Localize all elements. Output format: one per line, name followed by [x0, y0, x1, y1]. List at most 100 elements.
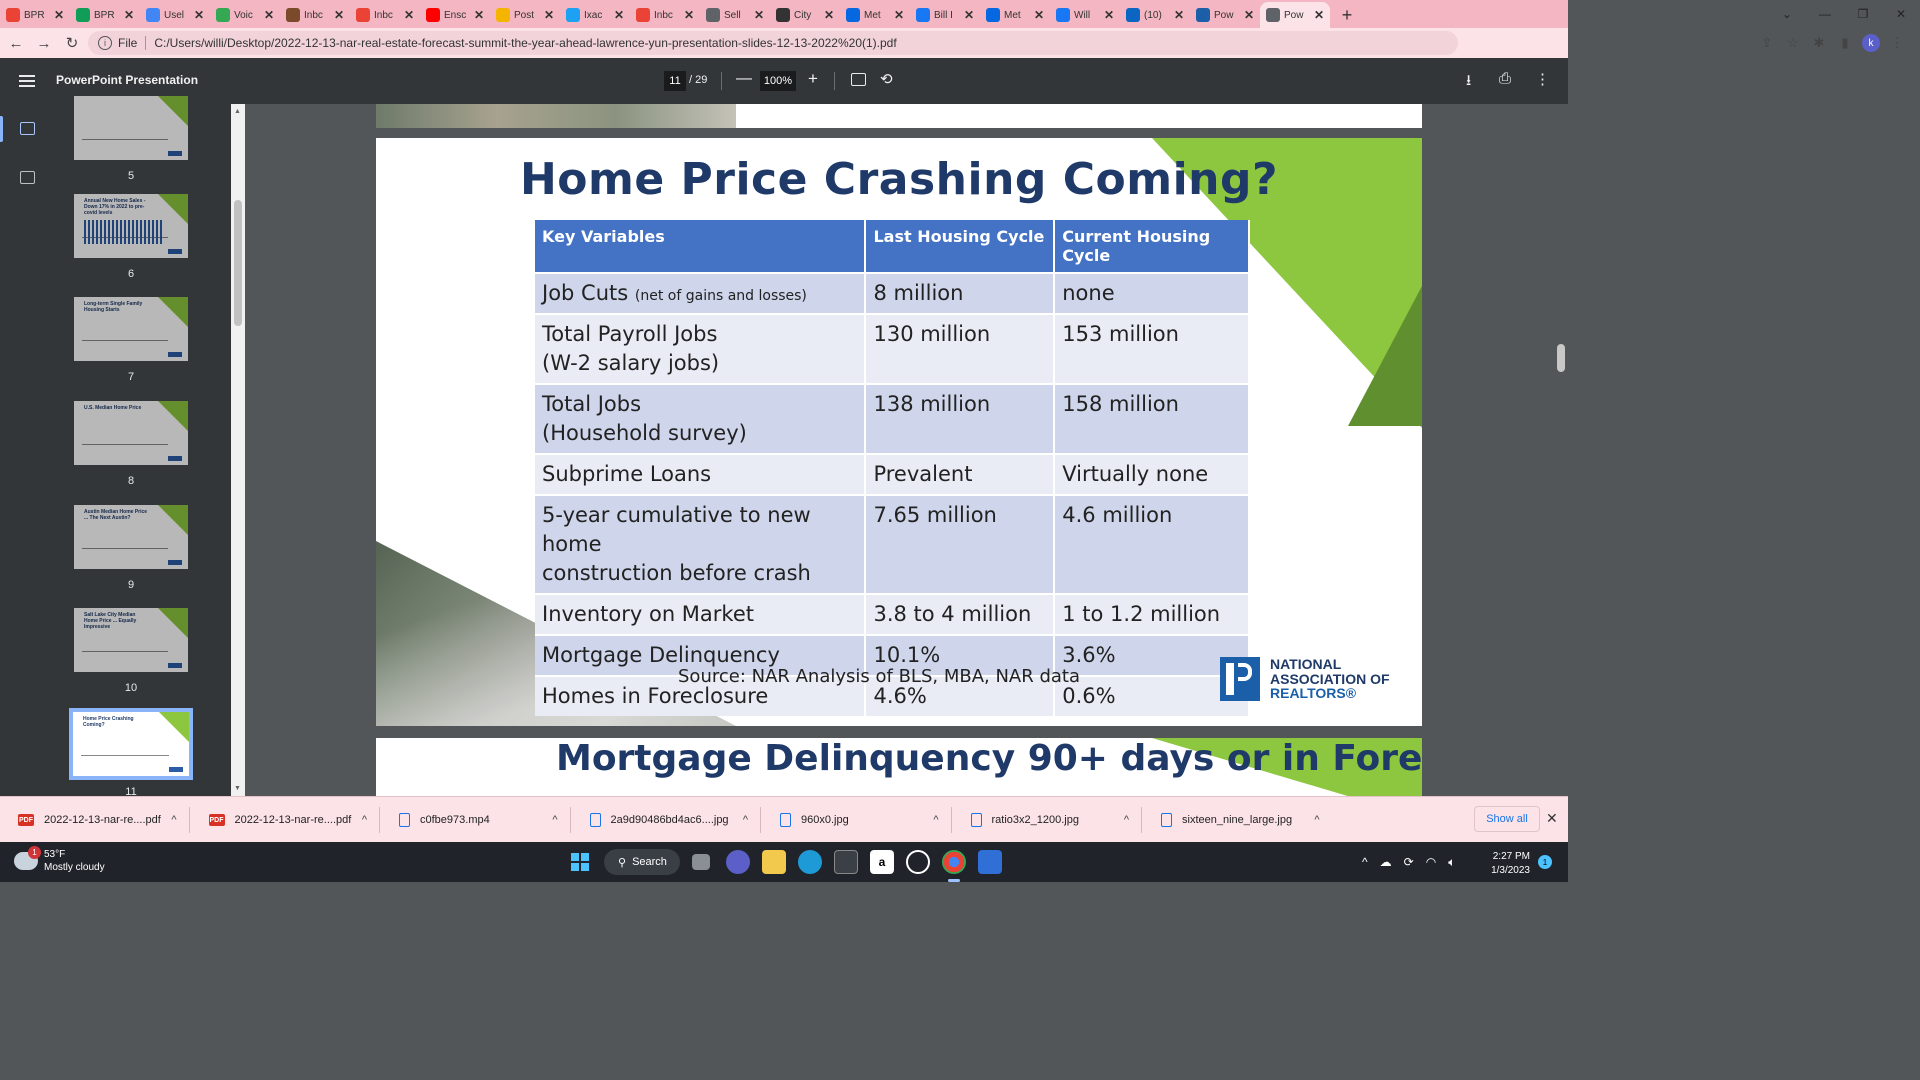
teams-chat-icon[interactable]: [726, 850, 750, 874]
page-thumbnail[interactable]: Austin Median Home Price ... The Next Au…: [74, 505, 188, 569]
scroll-down-arrow-icon[interactable]: ▼: [234, 785, 241, 792]
tray-chevron-icon[interactable]: ^: [1362, 855, 1368, 869]
tab-close-icon[interactable]: ✕: [684, 8, 694, 22]
show-all-downloads-button[interactable]: Show all: [1474, 806, 1540, 832]
browser-tab[interactable]: Post ✕: [490, 2, 560, 28]
volume-icon[interactable]: 🔈︎: [1448, 855, 1455, 870]
browser-tab[interactable]: Will ✕: [1050, 2, 1120, 28]
share-icon[interactable]: ⇪: [1754, 30, 1780, 56]
scroll-up-arrow-icon[interactable]: ▲: [234, 108, 241, 115]
extensions-icon[interactable]: ✱: [1806, 30, 1832, 56]
browser-tab[interactable]: BPR ✕: [0, 2, 70, 28]
zoom-in-icon[interactable]: +: [808, 69, 818, 89]
minimize-icon[interactable]: —: [1806, 0, 1844, 28]
document-scroll-thumb[interactable]: [1557, 344, 1565, 372]
tab-close-icon[interactable]: ✕: [614, 8, 624, 22]
browser-tab[interactable]: Met ✕: [840, 2, 910, 28]
browser-tab[interactable]: Met ✕: [980, 2, 1050, 28]
download-options-chevron-icon[interactable]: ^: [162, 814, 186, 826]
store-icon[interactable]: [834, 850, 858, 874]
page-thumbnail[interactable]: Salt Lake City Median Home Price ... Equ…: [74, 608, 188, 672]
download-item[interactable]: sixteen_nine_large.jpg ^: [1145, 797, 1329, 843]
file-explorer-icon[interactable]: [762, 850, 786, 874]
app-blue-icon[interactable]: [978, 850, 1002, 874]
tab-close-icon[interactable]: ✕: [544, 8, 554, 22]
tab-close-icon[interactable]: ✕: [334, 8, 344, 22]
side-panel-icon[interactable]: ▮: [1832, 30, 1858, 56]
browser-tab[interactable]: Inbc ✕: [280, 2, 350, 28]
download-item[interactable]: 2a9d90486bd4ac6....jpg ^: [574, 797, 758, 843]
page-thumbnail[interactable]: [74, 96, 188, 160]
outline-view-icon[interactable]: [20, 171, 35, 184]
sidebar-scroll-thumb[interactable]: [234, 200, 242, 326]
page-thumbnail[interactable]: Home Price Crashing Coming?: [69, 708, 193, 780]
hamburger-menu-icon[interactable]: [16, 72, 38, 90]
tab-close-icon[interactable]: ✕: [474, 8, 484, 22]
download-item[interactable]: ratio3x2_1200.jpg ^: [955, 797, 1139, 843]
edge-icon[interactable]: [798, 850, 822, 874]
tab-close-icon[interactable]: ✕: [1174, 8, 1184, 22]
tab-close-icon[interactable]: ✕: [1244, 8, 1254, 22]
start-windows-icon[interactable]: [568, 850, 592, 874]
clock[interactable]: 2:27 PM 1/3/2023: [1488, 850, 1530, 877]
tab-close-icon[interactable]: ✕: [54, 8, 64, 22]
tab-close-icon[interactable]: ✕: [1104, 8, 1114, 22]
more-actions-icon[interactable]: ⋮: [1535, 70, 1550, 88]
page-thumbnail[interactable]: Annual New Home Sales - Down 17% in 2022…: [74, 194, 188, 258]
zoom-input[interactable]: 100%: [760, 71, 796, 91]
app-icon[interactable]: [906, 850, 930, 874]
browser-tab[interactable]: Voic ✕: [210, 2, 280, 28]
bookmark-star-icon[interactable]: ☆: [1780, 30, 1806, 56]
tab-close-icon[interactable]: ✕: [1034, 8, 1044, 22]
tab-close-icon[interactable]: ✕: [264, 8, 274, 22]
sync-icon[interactable]: ⟳: [1404, 855, 1414, 869]
close-shelf-icon[interactable]: ✕: [1546, 810, 1558, 827]
notification-badge[interactable]: 1: [1538, 855, 1552, 869]
download-options-chevron-icon[interactable]: ^: [1305, 814, 1329, 826]
tab-close-icon[interactable]: ✕: [404, 8, 414, 22]
chrome-menu-icon[interactable]: ⋮: [1884, 30, 1910, 56]
page-thumbnail[interactable]: U.S. Median Home Price: [74, 401, 188, 465]
tab-close-icon[interactable]: ✕: [964, 8, 974, 22]
browser-tab[interactable]: Ensc ✕: [420, 2, 490, 28]
close-window-icon[interactable]: ✕: [1882, 0, 1920, 28]
page-number-input[interactable]: 11: [664, 71, 686, 91]
browser-tab[interactable]: City ✕: [770, 2, 840, 28]
browser-tab[interactable]: Inbc ✕: [630, 2, 700, 28]
info-icon[interactable]: i: [98, 36, 112, 50]
sidebar-scrollbar[interactable]: ▲ ▼: [231, 104, 245, 796]
tab-close-icon[interactable]: ✕: [124, 8, 134, 22]
browser-tab[interactable]: Inbc ✕: [350, 2, 420, 28]
page-thumbnail[interactable]: Long-term Single Family Housing Starts: [74, 297, 188, 361]
weather-widget[interactable]: 1 53°F Mostly cloudy: [14, 846, 105, 874]
document-viewport[interactable]: Home Price Crashing Coming? Key Variable…: [245, 104, 1568, 796]
thumbnails-view-icon[interactable]: [20, 122, 35, 135]
download-item[interactable]: PDF 2022-12-13-nar-re....pdf ^: [2, 797, 186, 843]
forward-icon[interactable]: →: [32, 31, 56, 55]
browser-tab[interactable]: Ixac ✕: [560, 2, 630, 28]
taskbar-search-button[interactable]: ⚲ Search: [604, 849, 680, 875]
zoom-out-icon[interactable]: —: [736, 70, 752, 88]
profile-avatar[interactable]: k: [1862, 34, 1880, 52]
download-item[interactable]: PDF 2022-12-13-nar-re....pdf ^: [193, 797, 377, 843]
tab-close-icon[interactable]: ✕: [894, 8, 904, 22]
back-icon[interactable]: ←: [4, 31, 28, 55]
reload-icon[interactable]: ↻: [60, 31, 84, 55]
browser-tab[interactable]: Bill I ✕: [910, 2, 980, 28]
amazon-icon[interactable]: a: [870, 850, 894, 874]
task-view-icon[interactable]: [692, 854, 710, 870]
download-icon[interactable]: ⭳: [1466, 70, 1471, 95]
document-scrollbar[interactable]: [1554, 104, 1568, 796]
tab-search-icon[interactable]: ⌄: [1768, 0, 1806, 28]
new-tab-icon[interactable]: +: [1334, 2, 1360, 28]
browser-tab[interactable]: Pow ✕: [1260, 2, 1330, 28]
tab-close-icon[interactable]: ✕: [194, 8, 204, 22]
download-item[interactable]: 960x0.jpg ^: [764, 797, 948, 843]
browser-tab[interactable]: BPR ✕: [70, 2, 140, 28]
browser-tab[interactable]: Usel ✕: [140, 2, 210, 28]
wifi-icon[interactable]: ◠: [1426, 855, 1436, 869]
tab-close-icon[interactable]: ✕: [824, 8, 834, 22]
fit-page-icon[interactable]: [851, 73, 866, 86]
download-options-chevron-icon[interactable]: ^: [543, 814, 567, 826]
browser-tab[interactable]: Sell ✕: [700, 2, 770, 28]
